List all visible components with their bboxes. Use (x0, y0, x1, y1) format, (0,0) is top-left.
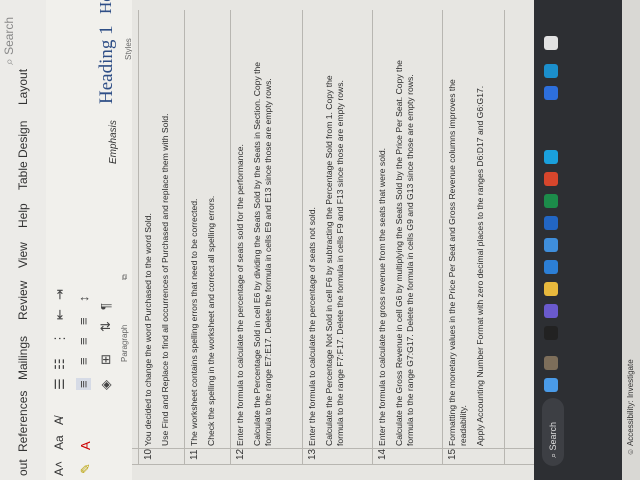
row-divider (302, 10, 303, 465)
step-number: 12 (235, 448, 246, 460)
step-text: You decided to change the word Purchased… (143, 46, 171, 446)
sort-icon[interactable]: ⇅ (98, 321, 114, 332)
step-detail: Calculate the Percentage Not Sold in cel… (324, 75, 345, 446)
step-detail: Check the spelling in the worksheet and … (206, 195, 216, 446)
search-icon: ⌕ (548, 450, 558, 458)
step-number: 13 (307, 448, 318, 460)
font-color-icon[interactable]: A (78, 441, 93, 450)
row-divider (372, 10, 373, 465)
task-view-icon[interactable] (544, 326, 558, 340)
mail-icon[interactable] (544, 86, 558, 100)
multilevel-icon[interactable]: ⋮ (52, 332, 68, 345)
search-icon: ⌕ (2, 58, 16, 65)
step-text: Enter the formula to calculate the gross… (377, 46, 416, 446)
step-number: 11 (189, 449, 200, 460)
bullets-icon[interactable]: ☰ (52, 378, 68, 390)
word-icon[interactable] (544, 216, 558, 230)
row-divider (504, 10, 505, 465)
search-box[interactable]: ⌕ Search (2, 17, 17, 65)
windows-start-icon[interactable] (544, 378, 558, 392)
step-text: Enter the formula to calculate the perce… (235, 46, 274, 446)
onedrive-icon[interactable] (544, 64, 558, 78)
align-left-icon[interactable]: ≡ (76, 378, 91, 390)
step-instruction: Formatting the monetary values in the Pr… (447, 79, 468, 446)
step-instruction: Enter the formula to calculate the perce… (235, 144, 245, 446)
search-label: Search (2, 16, 16, 55)
align-center-icon[interactable]: ≡ (76, 357, 91, 365)
row-divider (138, 10, 139, 465)
accessibility-label: Accessibility: Investigate (626, 359, 635, 447)
tab-table-layout[interactable]: Layout (16, 69, 30, 105)
word-window: out References Mailings Review View Help… (0, 0, 640, 480)
status-bar: ☺ Accessibility: Investigate (622, 0, 640, 480)
clear-format-icon[interactable]: A̸ (52, 417, 66, 425)
tab-table-design[interactable]: Table Design (16, 121, 30, 190)
decrease-indent-icon[interactable]: ⇤ (52, 309, 68, 320)
borders-icon[interactable]: ⊞ (98, 354, 114, 365)
step-number: 15 (447, 448, 458, 460)
store-icon[interactable] (544, 238, 558, 252)
style-heading-2[interactable]: Head (96, 0, 116, 14)
row-divider (230, 10, 231, 465)
step-detail: Apply Accounting Number Format with zero… (475, 85, 485, 446)
paragraph-group-label: Paragraph (120, 324, 129, 362)
step-instruction: Enter the formula to calculate the perce… (307, 207, 317, 446)
powerpoint-icon[interactable] (544, 172, 558, 186)
tab-view[interactable]: View (16, 242, 30, 268)
step-detail: Calculate the Gross Revenue in cell G6 b… (394, 60, 415, 446)
tab-review[interactable]: Review (16, 281, 30, 320)
taskbar-search-label: Search (548, 421, 558, 451)
row-divider (184, 10, 185, 465)
dialog-launcher-icon[interactable]: ⧉ (120, 274, 130, 280)
step-number: 14 (377, 448, 388, 460)
show-marks-button[interactable]: ¶ (98, 303, 113, 310)
step-detail: Use Find and Replace to find all occurre… (160, 113, 170, 446)
widget-icon[interactable] (544, 356, 558, 370)
ribbon: A˄ Aa A̸ ✎ A ☰ ☷ ⋮ ⇤ ⇥ ≡ ≡ ≡ ≡ ↕ ◈ ⊞ ⇅ ¶… (46, 0, 133, 480)
step-text: Formatting the monetary values in the Pr… (447, 46, 486, 446)
tab-help[interactable]: Help (16, 203, 30, 228)
row-divider (442, 10, 443, 465)
tab-mailings[interactable]: Mailings (16, 336, 30, 380)
increase-indent-icon[interactable]: ⇥ (52, 289, 68, 300)
style-emphasis[interactable]: Emphasis (108, 120, 119, 164)
step-detail: Calculate the Percentage Sold in cell E6… (252, 61, 273, 446)
taskbar-search[interactable]: ⌕ Search (542, 398, 564, 466)
step-instruction: Enter the formula to calculate the gross… (377, 147, 387, 446)
tab-references[interactable]: References (16, 391, 30, 452)
accessibility-icon: ☺ (626, 446, 635, 456)
step-text: Enter the formula to calculate the perce… (307, 46, 346, 446)
step-instruction: You decided to change the word Purchased… (143, 213, 153, 446)
teams-icon[interactable] (544, 304, 558, 318)
step-number: 10 (143, 448, 154, 460)
photo-frame: out References Mailings Review View Help… (0, 0, 640, 480)
chrome-icon[interactable] (544, 36, 558, 50)
file-explorer-icon[interactable] (544, 282, 558, 296)
highlight-icon[interactable]: ✎ (78, 463, 94, 474)
excel-icon[interactable] (544, 194, 558, 208)
step-instruction: The worksheet contains spelling errors t… (189, 198, 199, 446)
edge-icon[interactable] (544, 260, 558, 274)
styles-gallery: Emphasis Heading 1 Head Styles (46, 0, 133, 180)
style-heading-1[interactable]: Heading 1 (96, 25, 118, 104)
ribbon-tabs: out References Mailings Review View Help… (0, 0, 46, 480)
numbering-icon[interactable]: ☷ (52, 358, 68, 370)
grow-font-button[interactable]: A˄ (52, 461, 66, 476)
edge-dev-icon[interactable] (544, 150, 558, 164)
accessibility-status[interactable]: ☺ Accessibility: Investigate (626, 359, 635, 456)
tab-layout-partial[interactable]: out (16, 459, 30, 476)
font-case-button[interactable]: Aa (52, 435, 66, 450)
line-spacing-icon[interactable]: ↕ (76, 296, 91, 303)
align-right-icon[interactable]: ≡ (76, 337, 91, 345)
shading-icon[interactable]: ◈ (98, 380, 114, 390)
step-text: The worksheet contains spelling errors t… (189, 46, 217, 446)
justify-icon[interactable]: ≡ (76, 317, 91, 325)
